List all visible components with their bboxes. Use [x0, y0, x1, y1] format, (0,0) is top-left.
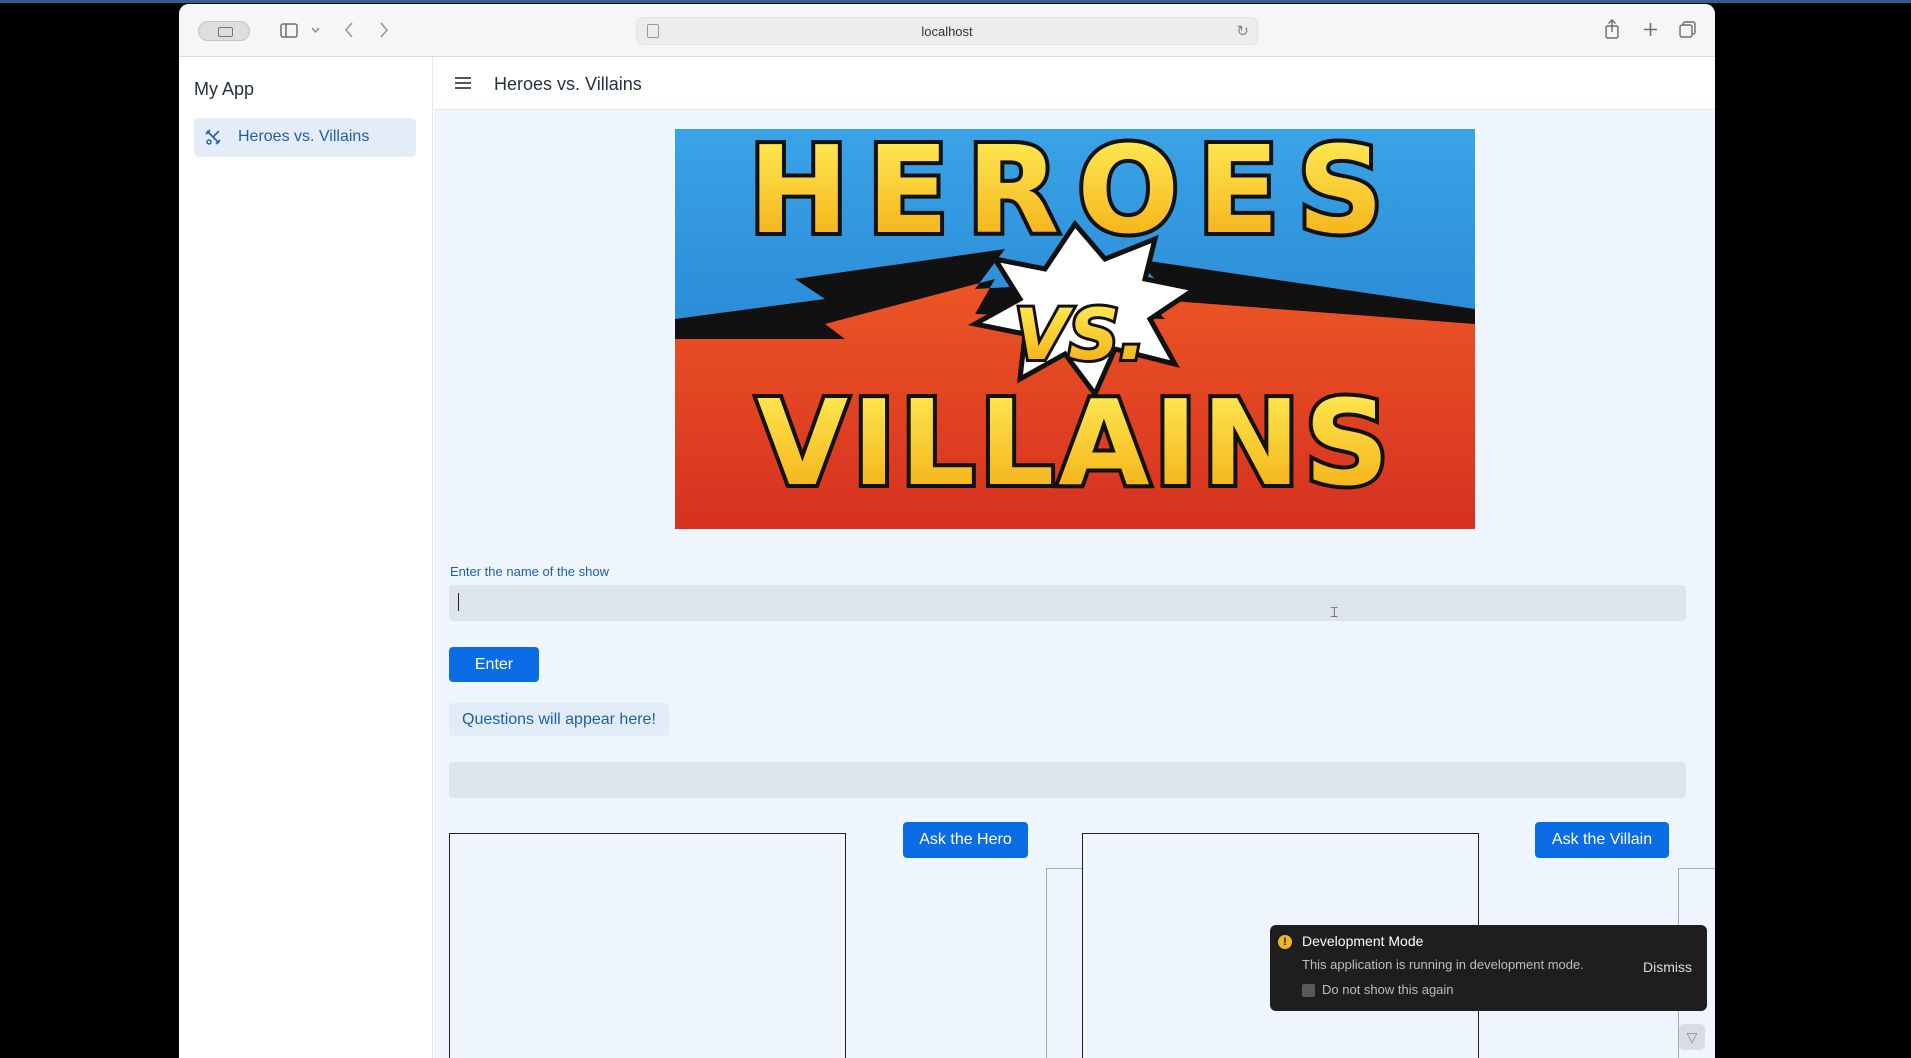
text-cursor-icon: ⌶	[1330, 604, 1339, 620]
menu-icon[interactable]	[455, 77, 471, 89]
app-sidebar: My App Heroes vs. Villains	[179, 57, 433, 1058]
sidebar-toggle-icon[interactable]	[279, 20, 299, 40]
tools-icon	[204, 128, 222, 146]
toast-title: Development Mode	[1302, 933, 1424, 949]
ask-the-hero-button[interactable]: Ask the Hero	[903, 822, 1028, 858]
window-pill-icon[interactable]	[198, 21, 250, 41]
back-icon[interactable]	[339, 20, 359, 40]
tabs-overview-icon[interactable]	[1677, 19, 1697, 39]
dev-mode-toast: ! Development Mode This application is r…	[1270, 925, 1707, 1011]
new-tab-icon[interactable]	[1640, 19, 1660, 39]
dev-tools-icon[interactable]: ▽	[1679, 1024, 1705, 1050]
share-icon[interactable]	[1602, 17, 1622, 41]
browser-window: localhost ↻ My App Heroes vs. Villains H…	[179, 4, 1715, 1058]
forward-icon[interactable]	[374, 20, 394, 40]
show-name-label: Enter the name of the show	[450, 564, 609, 579]
do-not-show-label: Do not show this again	[1322, 982, 1454, 997]
app-title: My App	[194, 79, 255, 99]
address-bar-url: localhost	[921, 24, 973, 39]
app-header: Heroes vs. Villains	[434, 57, 1715, 110]
banner-line-2: VS.	[1014, 294, 1145, 376]
browser-toolbar: localhost ↻	[179, 4, 1715, 57]
ask-the-villain-button[interactable]: Ask the Villain	[1535, 822, 1669, 858]
text-caret	[458, 593, 459, 611]
questions-placeholder: Questions will appear here!	[449, 703, 669, 736]
page-title: Heroes vs. Villains	[494, 74, 642, 94]
enter-button[interactable]: Enter	[449, 647, 539, 682]
do-not-show-checkbox[interactable]	[1302, 984, 1315, 997]
sidebar-item-label: Heroes vs. Villains	[238, 128, 370, 145]
hero-question-textarea[interactable]	[449, 833, 846, 1058]
toast-dismiss-button[interactable]: Dismiss	[1643, 959, 1692, 975]
main-content: Heroes vs. Villains HEROES VS. VILLAINS …	[434, 57, 1715, 1058]
questions-output-area	[449, 762, 1686, 798]
toast-message: This application is running in developme…	[1302, 957, 1584, 972]
warning-icon: !	[1278, 935, 1292, 949]
sidebar-item-heroes-vs-villains[interactable]: Heroes vs. Villains	[194, 118, 416, 157]
banner-line-3: VILLAINS	[757, 374, 1394, 512]
heroes-vs-villains-banner: HEROES VS. VILLAINS	[675, 129, 1475, 529]
desktop-top-bar	[0, 0, 1911, 3]
banner-line-1: HEROES	[748, 129, 1401, 261]
show-name-input[interactable]	[449, 585, 1686, 621]
address-bar[interactable]: localhost ↻	[636, 17, 1258, 45]
chevron-down-icon[interactable]	[309, 21, 321, 39]
reload-icon[interactable]: ↻	[1236, 22, 1249, 40]
